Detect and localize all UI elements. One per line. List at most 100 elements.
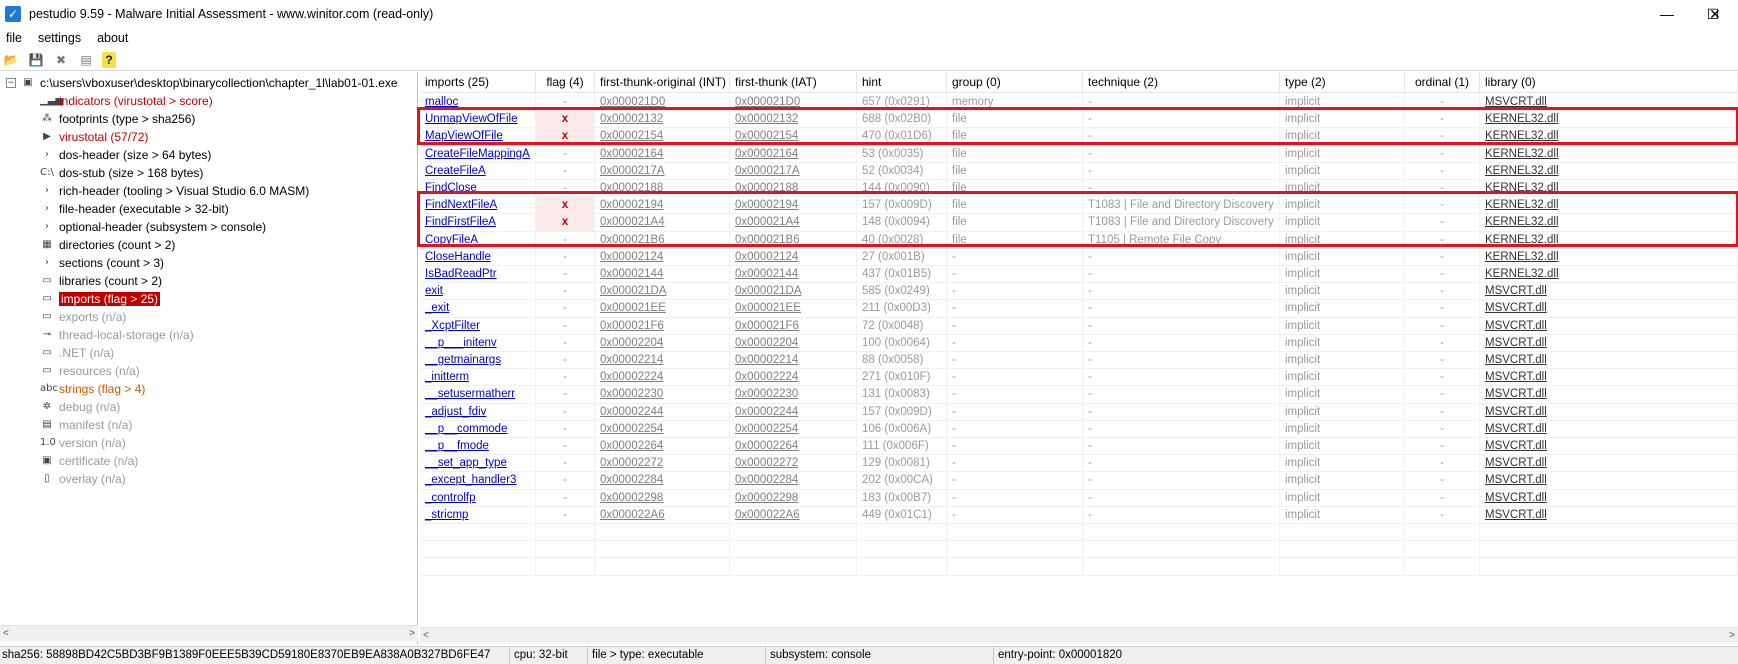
- import-name-link[interactable]: MapViewOfFile: [420, 128, 536, 146]
- int-link[interactable]: 0x00002224: [595, 369, 730, 387]
- iat-link[interactable]: 0x00002132: [730, 111, 857, 129]
- iat-link[interactable]: 0x00002254: [730, 420, 857, 438]
- library-link[interactable]: KERNEL32.dll: [1480, 214, 1738, 232]
- int-link[interactable]: 0x00002144: [595, 266, 730, 284]
- iat-link[interactable]: 0x000021A4: [730, 214, 857, 232]
- import-name-link[interactable]: _controlfp: [420, 489, 536, 507]
- table-row[interactable]: _exit -0x000021EE 0x000021EE 211 (0x00D3) - -…: [420, 300, 1738, 318]
- menu-file[interactable]: file: [6, 31, 22, 45]
- library-link[interactable]: MSVCRT.dll: [1480, 489, 1738, 507]
- menu-about[interactable]: about: [97, 31, 128, 45]
- table-horizontal-scrollbar[interactable]: < >: [420, 627, 1738, 643]
- library-link[interactable]: MSVCRT.dll: [1480, 403, 1738, 421]
- close-file-icon[interactable]: ✖: [52, 52, 70, 68]
- tree-item[interactable]: ▤ manifest (n/a): [40, 416, 132, 434]
- library-link[interactable]: MSVCRT.dll: [1480, 283, 1738, 301]
- iat-link[interactable]: 0x00002298: [730, 489, 857, 507]
- column-header[interactable]: library (0): [1480, 72, 1738, 93]
- table-row[interactable]: malloc -0x000021D0 0x000021D0 657 (0x0291) m…: [420, 94, 1738, 112]
- iat-link[interactable]: 0x000021DA: [730, 283, 857, 301]
- iat-link[interactable]: 0x00002194: [730, 197, 857, 215]
- table-row[interactable]: __getmainargs -0x00002214 0x00002214 88 (0x…: [420, 352, 1738, 370]
- tree-item[interactable]: ✲ debug (n/a): [40, 398, 121, 416]
- save-icon[interactable]: 💾: [27, 52, 45, 68]
- tree-item[interactable]: › file-header (executable > 32-bit): [40, 200, 229, 218]
- tree-item[interactable]: ▭ imports (flag > 25): [40, 290, 161, 308]
- library-link[interactable]: MSVCRT.dll: [1480, 369, 1738, 387]
- iat-link[interactable]: 0x00002224: [730, 369, 857, 387]
- library-link[interactable]: KERNEL32.dll: [1480, 145, 1738, 163]
- table-row[interactable]: __set_app_type -0x00002272 0x00002272 129 (…: [420, 455, 1738, 473]
- library-link[interactable]: KERNEL32.dll: [1480, 128, 1738, 146]
- iat-link[interactable]: 0x000021B6: [730, 231, 857, 249]
- open-folder-icon[interactable]: 📂: [2, 52, 20, 68]
- int-link[interactable]: 0x00002272: [595, 455, 730, 473]
- import-name-link[interactable]: _adjust_fdiv: [420, 403, 536, 421]
- int-link[interactable]: 0x00002188: [595, 180, 730, 198]
- library-link[interactable]: MSVCRT.dll: [1480, 420, 1738, 438]
- table-row[interactable]: __p__commode -0x00002254 0x00002254 106 (0x…: [420, 420, 1738, 438]
- list-icon[interactable]: ▤: [77, 52, 95, 68]
- int-link[interactable]: 0x0000217A: [595, 162, 730, 180]
- table-row[interactable]: _adjust_fdiv -0x00002244 0x00002244 157 (0x…: [420, 403, 1738, 421]
- table-row[interactable]: __setusermatherr -0x00002230 0x00002230 131…: [420, 386, 1738, 404]
- tree-item[interactable]: ▭ libraries (count > 2): [40, 272, 162, 290]
- table-row[interactable]: CloseHandle -0x00002124 0x00002124 27 (0x00…: [420, 248, 1738, 266]
- iat-link[interactable]: 0x00002284: [730, 472, 857, 490]
- tree-item[interactable]: abc strings (flag > 4): [40, 380, 145, 398]
- tree-item[interactable]: › rich-header (tooling > Visual Studio 6.…: [40, 182, 309, 200]
- int-link[interactable]: 0x00002194: [595, 197, 730, 215]
- import-name-link[interactable]: __setusermatherr: [420, 386, 536, 404]
- iat-link[interactable]: 0x00002188: [730, 180, 857, 198]
- int-link[interactable]: 0x00002284: [595, 472, 730, 490]
- column-header[interactable]: technique (2): [1083, 72, 1280, 93]
- library-link[interactable]: KERNEL32.dll: [1480, 180, 1738, 198]
- iat-link[interactable]: 0x00002124: [730, 248, 857, 266]
- import-name-link[interactable]: _stricmp: [420, 506, 536, 524]
- int-link[interactable]: 0x000021B6: [595, 231, 730, 249]
- int-link[interactable]: 0x000022A6: [595, 506, 730, 524]
- import-name-link[interactable]: _exit: [420, 300, 536, 318]
- iat-link[interactable]: 0x00002214: [730, 352, 857, 370]
- int-link[interactable]: 0x000021EE: [595, 300, 730, 318]
- table-row[interactable]: FindNextFileA x 0x00002194 0x00002194 157 (0…: [420, 197, 1738, 215]
- table-row[interactable]: __p___initenv -0x00002204 0x00002204 100 (0…: [420, 334, 1738, 352]
- table-row[interactable]: _XcptFilter -0x000021F6 0x000021F6 72 (0x00…: [420, 317, 1738, 335]
- import-name-link[interactable]: malloc: [420, 94, 536, 112]
- column-header[interactable]: imports (25): [420, 72, 536, 93]
- table-row[interactable]: CreateFileA -0x0000217A 0x0000217A 52 (0x00…: [420, 162, 1738, 180]
- import-name-link[interactable]: __p__fmode: [420, 438, 536, 456]
- iat-link[interactable]: 0x000021F6: [730, 317, 857, 335]
- column-header[interactable]: group (0): [947, 72, 1083, 93]
- iat-link[interactable]: 0x00002164: [730, 145, 857, 163]
- library-link[interactable]: MSVCRT.dll: [1480, 472, 1738, 490]
- iat-link[interactable]: 0x00002230: [730, 386, 857, 404]
- iat-link[interactable]: 0x00002272: [730, 455, 857, 473]
- import-name-link[interactable]: CloseHandle: [420, 248, 536, 266]
- int-link[interactable]: 0x000021D0: [595, 94, 730, 112]
- import-name-link[interactable]: UnmapViewOfFile: [420, 111, 536, 129]
- import-name-link[interactable]: _except_handler3: [420, 472, 536, 490]
- library-link[interactable]: KERNEL32.dll: [1480, 197, 1738, 215]
- iat-link[interactable]: 0x00002144: [730, 266, 857, 284]
- import-name-link[interactable]: __set_app_type: [420, 455, 536, 473]
- close-button[interactable]: ✕: [1692, 0, 1738, 28]
- tree-item[interactable]: ⁂ footprints (type > sha256): [40, 110, 195, 128]
- int-link[interactable]: 0x00002132: [595, 111, 730, 129]
- library-link[interactable]: MSVCRT.dll: [1480, 455, 1738, 473]
- table-row[interactable]: _stricmp -0x000022A6 0x000022A6 449 (0x01C1…: [420, 506, 1738, 524]
- tree-item[interactable]: ▦ directories (count > 2): [40, 236, 175, 254]
- scroll-right-icon[interactable]: >: [409, 628, 415, 639]
- tree-item[interactable]: › sections (count > 3): [40, 254, 164, 272]
- iat-link[interactable]: 0x00002154: [730, 128, 857, 146]
- library-link[interactable]: KERNEL32.dll: [1480, 231, 1738, 249]
- import-name-link[interactable]: _XcptFilter: [420, 317, 536, 335]
- int-link[interactable]: 0x000021DA: [595, 283, 730, 301]
- import-name-link[interactable]: __p___initenv: [420, 334, 536, 352]
- int-link[interactable]: 0x000021F6: [595, 317, 730, 335]
- table-row[interactable]: FindFirstFileA x 0x000021A4 0x000021A4 148 (…: [420, 214, 1738, 232]
- library-link[interactable]: KERNEL32.dll: [1480, 248, 1738, 266]
- import-name-link[interactable]: CopyFileA: [420, 231, 536, 249]
- library-link[interactable]: KERNEL32.dll: [1480, 111, 1738, 129]
- library-link[interactable]: MSVCRT.dll: [1480, 352, 1738, 370]
